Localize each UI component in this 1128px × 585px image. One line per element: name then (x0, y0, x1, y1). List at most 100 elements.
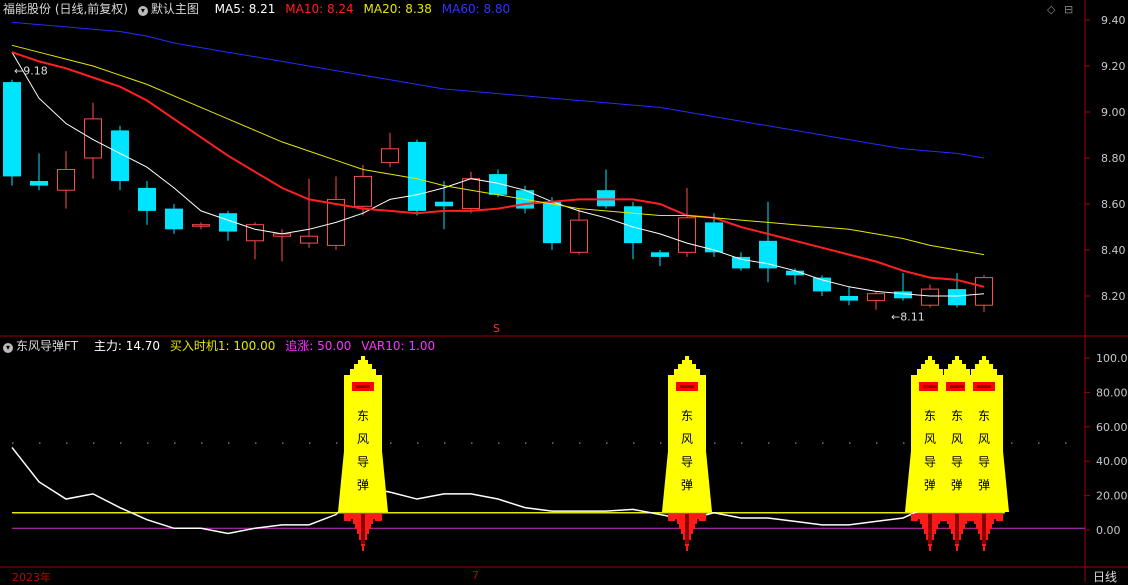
rocket-nose-tip (928, 356, 932, 360)
candle-down (732, 256, 750, 269)
sub-chart-header: ▾ 东风导弹FT 主力: 14.70 买入时机1: 100.00 追涨: 50.0… (3, 338, 441, 354)
rocket-char: 弹 (978, 478, 990, 492)
rocket-char: 东 (978, 409, 990, 423)
ma10-label: MA10: 8.24 (285, 2, 354, 16)
price-tick-label: 9.40 (1101, 14, 1126, 27)
rocket-flame-side (668, 514, 675, 521)
rocket-fin (1003, 451, 1009, 512)
ma-line-ma20 (11, 44, 985, 256)
guide-dot (1011, 442, 1013, 444)
indicator-tick-label: 20.00 (1096, 490, 1128, 503)
rocket-fin (706, 451, 712, 512)
candle-up (354, 175, 372, 207)
rocket-nose (682, 360, 692, 364)
price-tick-label: 9.00 (1101, 106, 1126, 119)
rocket-flame-side (344, 514, 351, 521)
rocket-char: 导 (357, 455, 369, 469)
rocket-nose (979, 360, 989, 364)
high-price-marker: ←9.18 (14, 65, 48, 78)
rocket-nose (354, 364, 372, 369)
guide-dot (660, 442, 662, 444)
candle-up (192, 224, 210, 227)
rocket-flame-side (938, 514, 945, 521)
rocket-flame-side (699, 514, 706, 521)
candle-down (111, 130, 129, 181)
s-marker: S (493, 322, 500, 335)
candle-down (948, 289, 966, 306)
rocket-fin (338, 451, 344, 512)
price-tick-label: 8.60 (1101, 198, 1126, 211)
guide-dot (255, 442, 257, 444)
rocket-flame (362, 546, 364, 551)
main-chart-header: 福能股份 (日线,前复权) ▾ 默认主图 MA5: 8.21 MA10: 8.24… (3, 1, 516, 17)
rocket-nose (952, 360, 962, 364)
rocket-window-inner (356, 385, 370, 388)
rocket-nose-tip (955, 356, 959, 360)
collapse-icon[interactable]: ⊟ (1064, 3, 1073, 16)
rocket-char: 导 (924, 455, 936, 469)
rocket-char: 弹 (357, 478, 369, 492)
candle-up (300, 235, 318, 244)
rocket-char: 风 (924, 432, 936, 446)
rocket-nose (944, 369, 970, 375)
guide-dot (471, 442, 473, 444)
rocket-char: 风 (357, 432, 369, 446)
candle-down (543, 201, 561, 244)
guide-dot (1065, 442, 1067, 444)
rocket-nose-tip (361, 356, 365, 360)
guide-dot (552, 442, 554, 444)
guide-dot (741, 442, 743, 444)
rocket-char: 导 (681, 455, 693, 469)
rocket-flame-side (996, 514, 1003, 521)
rocket-window-inner (680, 385, 694, 388)
rocket-signal: 东风导弹 (662, 356, 712, 551)
theme-selector[interactable]: ▾ 默认主图 (137, 2, 205, 16)
guide-dot (1038, 442, 1040, 444)
rocket-char: 风 (951, 432, 963, 446)
guide-dot (66, 442, 68, 444)
rocket-nose (925, 360, 935, 364)
candle-down (435, 201, 453, 207)
guide-dot (309, 442, 311, 444)
rocket-flame-side (965, 514, 972, 521)
period-tab[interactable]: 日线 (1093, 568, 1117, 585)
guide-dot (336, 442, 338, 444)
rocket-signal: 东风导弹 (338, 356, 388, 551)
var10-label: VAR10: 1.00 (361, 339, 436, 353)
low-price-marker: ←8.11 (891, 311, 925, 324)
rocket-window-inner (923, 385, 937, 388)
rocket-window-inner (950, 385, 964, 388)
rocket-nose (971, 369, 997, 375)
rocket-nose-tip (982, 356, 986, 360)
diamond-icon[interactable]: ◇ (1047, 3, 1055, 16)
ma5-label: MA5: 8.21 (214, 2, 276, 16)
candle-down (597, 190, 615, 207)
guide-dot (228, 442, 230, 444)
chase-label: 追涨: 50.00 (285, 339, 352, 353)
sub-indicator-chart[interactable]: 东风导弹东风导弹东风导弹东风导弹东风导弹 (11, 356, 1085, 551)
ma-line-ma60 (11, 21, 985, 159)
candle-down (30, 181, 48, 186)
guide-dot (174, 442, 176, 444)
chevron-down-icon: ▾ (3, 343, 13, 353)
candle-up (678, 217, 696, 253)
guide-dot (39, 442, 41, 444)
rocket-fin (905, 451, 911, 512)
guide-dot (525, 442, 527, 444)
indicator-selector[interactable]: ▾ 东风导弹FT (3, 339, 84, 353)
rocket-flame-core (685, 514, 689, 544)
main-price-chart[interactable]: ←9.18 ←8.11 S (3, 21, 993, 335)
rocket-char: 风 (681, 432, 693, 446)
candle-up (570, 219, 588, 253)
rocket-char: 东 (681, 409, 693, 423)
guide-dot (147, 442, 149, 444)
rocket-fin (382, 451, 388, 512)
candle-down (651, 252, 669, 257)
rocket-char: 弹 (681, 478, 693, 492)
indicator-tick-label: 40.00 (1096, 455, 1128, 468)
rocket-nose (350, 369, 376, 375)
guide-dot (768, 442, 770, 444)
indicator-tick-label: 60.00 (1096, 421, 1128, 434)
rocket-char: 导 (978, 455, 990, 469)
guide-dot (876, 442, 878, 444)
